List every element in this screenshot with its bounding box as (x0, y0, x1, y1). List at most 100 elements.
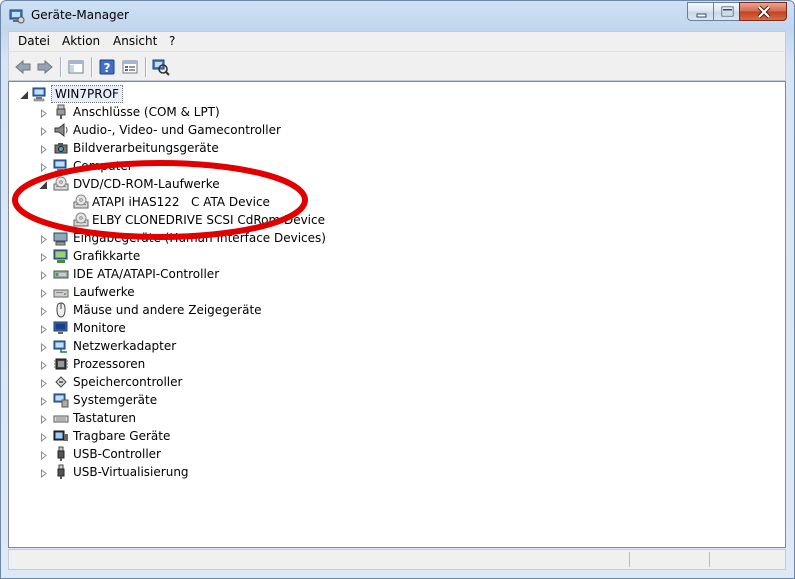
tree-category[interactable]: Monitore (9, 319, 769, 337)
expand-arrow-icon (41, 432, 47, 443)
category-label: Tastaturen (73, 411, 136, 425)
back-button[interactable] (12, 56, 34, 78)
back-arrow-icon (15, 59, 31, 75)
category-icon (53, 248, 69, 264)
category-label: Computer (73, 159, 133, 173)
device-tree[interactable]: WIN7PROF Anschlüsse (COM & LPT) Audio-, Vi… (8, 81, 786, 548)
properties-button[interactable] (119, 56, 141, 78)
tree-category[interactable]: Bildverarbeitungsgeräte (9, 139, 769, 157)
dvd-drive-icon (73, 194, 89, 209)
menu-bar: Datei Aktion Ansicht ? (8, 31, 786, 51)
category-expander[interactable] (39, 143, 48, 155)
category-label: Netzwerkadapter (73, 339, 177, 353)
category-label: Eingabegeräte (Human Interface Devices) (73, 231, 326, 245)
expand-arrow-icon (41, 342, 47, 353)
tree-category[interactable]: DVD/CD-ROM-Laufwerke (9, 175, 769, 193)
category-expander[interactable] (39, 251, 48, 263)
tree-category[interactable]: Laufwerke (9, 283, 769, 301)
category-expander[interactable] (39, 323, 48, 335)
tree-category[interactable]: IDE ATA/ATAPI-Controller (9, 265, 769, 283)
menu-file[interactable]: Datei (18, 34, 50, 48)
category-label: USB-Controller (73, 447, 161, 461)
tree-category[interactable]: Computer (9, 157, 769, 175)
minimize-button[interactable] (687, 2, 714, 21)
category-label: Anschlüsse (COM & LPT) (73, 105, 220, 119)
tree-category[interactable]: Tragbare Geräte (9, 427, 769, 445)
maximize-button[interactable] (713, 2, 740, 21)
toolbar-separator (91, 57, 93, 77)
device-icon (73, 212, 89, 228)
close-button[interactable] (739, 2, 787, 21)
expand-arrow-icon (41, 306, 47, 317)
category-expander[interactable] (39, 377, 48, 389)
category-expander[interactable] (39, 395, 48, 407)
category-expander[interactable] (39, 305, 48, 317)
category-expander[interactable] (39, 341, 48, 353)
category-expander[interactable] (39, 431, 48, 443)
close-icon (757, 5, 771, 19)
expand-arrow-icon (41, 288, 47, 299)
toolbar-separator (145, 57, 147, 77)
tree-category[interactable]: Tastaturen (9, 409, 769, 427)
menu-help[interactable]: ? (169, 34, 175, 48)
usb-icon (57, 446, 65, 461)
tree-category[interactable]: Netzwerkadapter (9, 337, 769, 355)
help-icon: ? (99, 59, 115, 75)
category-icon (53, 158, 69, 174)
category-icon (53, 302, 69, 318)
tree-category[interactable]: Eingabegeräte (Human Interface Devices) (9, 229, 769, 247)
port-icon (56, 104, 66, 119)
processor-icon (54, 358, 68, 370)
forward-button[interactable] (34, 56, 56, 78)
tree-device[interactable]: ELBY CLONEDRIVE SCSI CdRom Device (9, 211, 769, 229)
tree-category[interactable]: USB-Controller (9, 445, 769, 463)
category-label: IDE ATA/ATAPI-Controller (73, 267, 220, 281)
tree-category[interactable]: Mäuse und andere Zeigegeräte (9, 301, 769, 319)
expand-arrow-icon (41, 252, 47, 263)
tree-category[interactable]: Speichercontroller (9, 373, 769, 391)
tree-root[interactable]: WIN7PROF (9, 85, 769, 103)
category-expander[interactable] (39, 449, 48, 461)
expand-arrow-icon (41, 360, 47, 371)
title-bar[interactable]: Geräte-Manager (1, 1, 794, 31)
help-button[interactable]: ? (96, 56, 118, 78)
category-expander[interactable] (39, 359, 48, 371)
ide-controller-icon (53, 270, 69, 279)
computer-icon (32, 87, 46, 102)
device-manager-icon (9, 9, 25, 24)
console-tree-button[interactable] (65, 56, 87, 78)
camera-icon (54, 143, 68, 154)
category-expander[interactable] (39, 413, 48, 425)
category-icon (53, 266, 69, 282)
category-expander[interactable] (39, 269, 48, 281)
category-expander[interactable] (39, 287, 48, 299)
scan-hardware-button[interactable] (150, 56, 172, 78)
usb-icon (57, 464, 65, 479)
forward-arrow-icon (37, 59, 53, 75)
menu-view[interactable]: Ansicht (113, 34, 157, 48)
tree-category[interactable]: Audio-, Video- und Gamecontroller (9, 121, 769, 139)
tree-category[interactable]: Prozessoren (9, 355, 769, 373)
category-expander[interactable] (39, 161, 48, 173)
category-expander[interactable] (39, 233, 48, 245)
root-expander[interactable] (20, 89, 29, 99)
status-divider (709, 552, 710, 567)
category-expander[interactable] (39, 467, 48, 479)
expand-arrow-icon (41, 126, 47, 137)
category-expander[interactable] (39, 107, 48, 119)
tree-category[interactable]: USB-Virtualisierung (9, 463, 769, 481)
category-expander[interactable] (39, 179, 48, 189)
tree-category[interactable]: Systemgeräte (9, 391, 769, 409)
expand-arrow-icon (41, 234, 47, 245)
tree-category[interactable]: Grafikkarte (9, 247, 769, 265)
speaker-icon (54, 122, 68, 138)
collapse-arrow-icon (39, 181, 47, 189)
category-expander[interactable] (39, 125, 48, 137)
category-label: Mäuse und andere Zeigegeräte (73, 303, 262, 317)
menu-action[interactable]: Aktion (62, 34, 100, 48)
expand-arrow-icon (41, 450, 47, 461)
show-hide-console-tree-icon (68, 60, 84, 74)
mouse-icon (56, 302, 66, 318)
tree-device[interactable]: ATAPI iHAS122 C ATA Device (9, 193, 769, 211)
tree-category[interactable]: Anschlüsse (COM & LPT) (9, 103, 769, 121)
